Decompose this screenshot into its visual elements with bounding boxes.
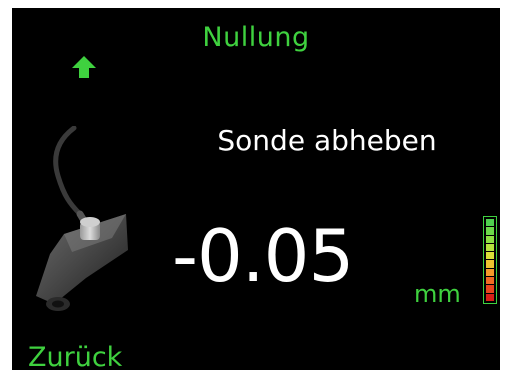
measurement-value: -0.05 [172,214,354,298]
level-segment [486,252,494,260]
screen-title: Nullung [202,22,310,53]
device-frame: Nullung Sonde abheben -0.05 mm Zurück [0,0,508,374]
instruction-text: Sonde abheben [217,124,437,157]
level-segment [486,219,494,227]
arrow-up-icon[interactable] [72,56,96,78]
device-screen: Nullung Sonde abheben -0.05 mm Zurück [12,8,500,370]
probe-sensor-icon [36,126,128,311]
level-segment [486,277,494,285]
level-segment [486,227,494,235]
level-segment [486,285,494,293]
level-indicator [483,216,497,304]
level-segment [486,235,494,243]
level-segment [486,260,494,268]
level-segment [486,293,494,301]
level-segment [486,243,494,252]
back-button[interactable]: Zurück [28,342,122,370]
unit-label: mm [414,280,461,308]
level-segment [486,268,494,277]
